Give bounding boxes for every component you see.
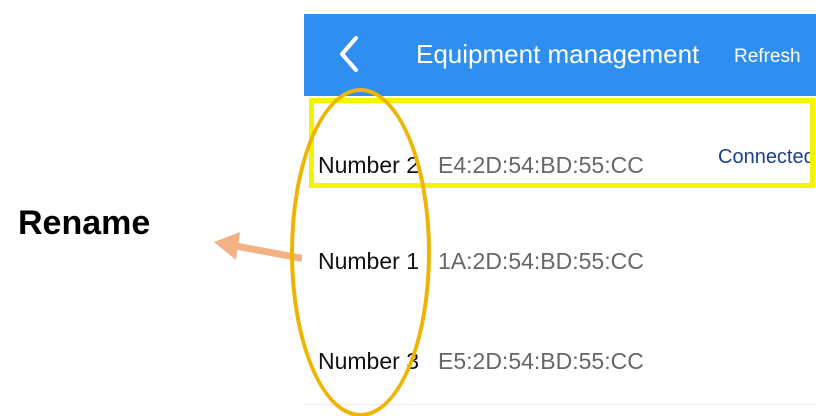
app-header: Equipment management Refresh — [304, 14, 816, 96]
arrow-left-icon — [214, 232, 302, 262]
equipment-management-screen: Equipment management Refresh Number 2 E4… — [304, 14, 816, 416]
device-name[interactable]: Number 3 — [318, 348, 419, 375]
device-mac: E5:2D:54:BD:55:CC — [438, 348, 644, 374]
device-mac: E4:2D:54:BD:55:CC — [438, 152, 644, 178]
chevron-left-icon — [340, 36, 358, 72]
refresh-button[interactable]: Refresh — [734, 46, 801, 68]
back-button[interactable] — [330, 32, 370, 76]
device-row[interactable]: Number 1 1A:2D:54:BD:55:CC — [304, 204, 816, 305]
device-mac: 1A:2D:54:BD:55:CC — [438, 248, 644, 274]
device-name[interactable]: Number 2 — [318, 152, 419, 179]
device-name[interactable]: Number 1 — [318, 248, 419, 275]
device-status: Connected — [718, 146, 815, 168]
page-title: Equipment management — [416, 39, 700, 69]
device-row[interactable]: Number 3 E5:2D:54:BD:55:CC — [304, 304, 816, 405]
rename-label: Rename — [18, 204, 151, 242]
stage: Rename Equipment management Refresh Numb… — [0, 0, 816, 416]
device-row[interactable]: Number 2 E4:2D:54:BD:55:CC Connected — [304, 96, 816, 205]
